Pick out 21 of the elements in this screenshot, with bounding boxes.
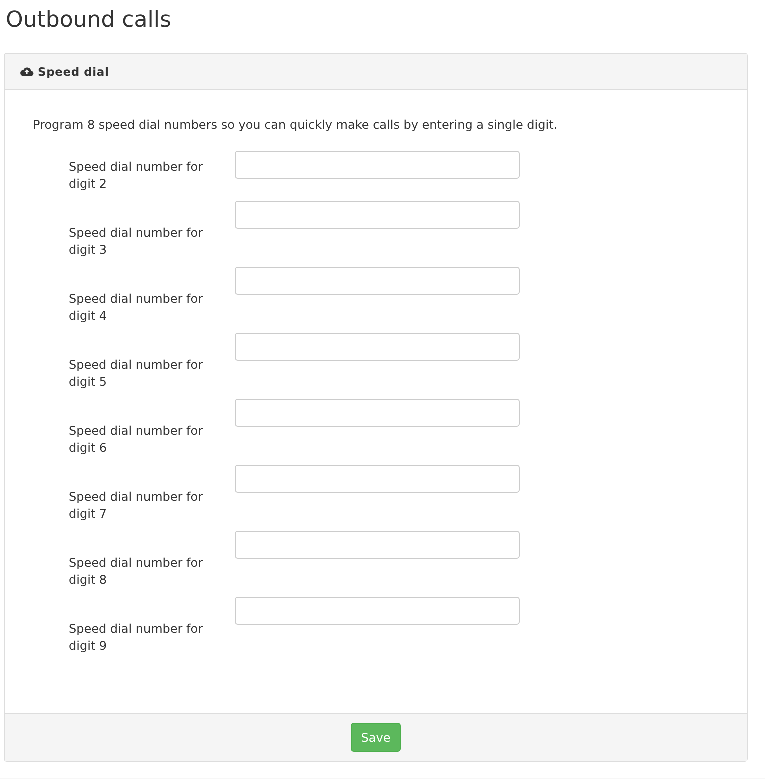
field-label: Speed dial number for digit 7 — [69, 489, 204, 523]
page-title: Outbound calls — [5, 7, 172, 35]
cloud-icon — [20, 66, 34, 77]
input-field[interactable] — [235, 597, 520, 625]
input-field[interactable] — [235, 465, 520, 493]
intro-text: Program 8 speed dial numbers so you can quickly make calls by entering a single digit. — [33, 117, 559, 134]
input-field[interactable] — [235, 267, 520, 295]
field-label: Speed dial number for digit 4 — [69, 291, 204, 325]
field-label: Speed dial number for digit 8 — [69, 555, 204, 589]
input-field[interactable] — [235, 531, 520, 559]
save-button[interactable]: Save — [351, 723, 401, 752]
field-label: Speed dial number for digit 3 — [69, 225, 204, 259]
input-field[interactable] — [235, 333, 520, 361]
field-label: Speed dial number for digit 2 — [69, 159, 204, 193]
input-field[interactable] — [235, 399, 520, 427]
field-label: Speed dial number for digit 6 — [69, 423, 204, 457]
input-field[interactable] — [235, 151, 520, 179]
panel-title: Speed dial — [38, 64, 110, 78]
field-label: Speed dial number for digit 5 — [69, 357, 204, 391]
input-field[interactable] — [235, 201, 520, 229]
field-label: Speed dial number for digit 9 — [69, 621, 204, 655]
